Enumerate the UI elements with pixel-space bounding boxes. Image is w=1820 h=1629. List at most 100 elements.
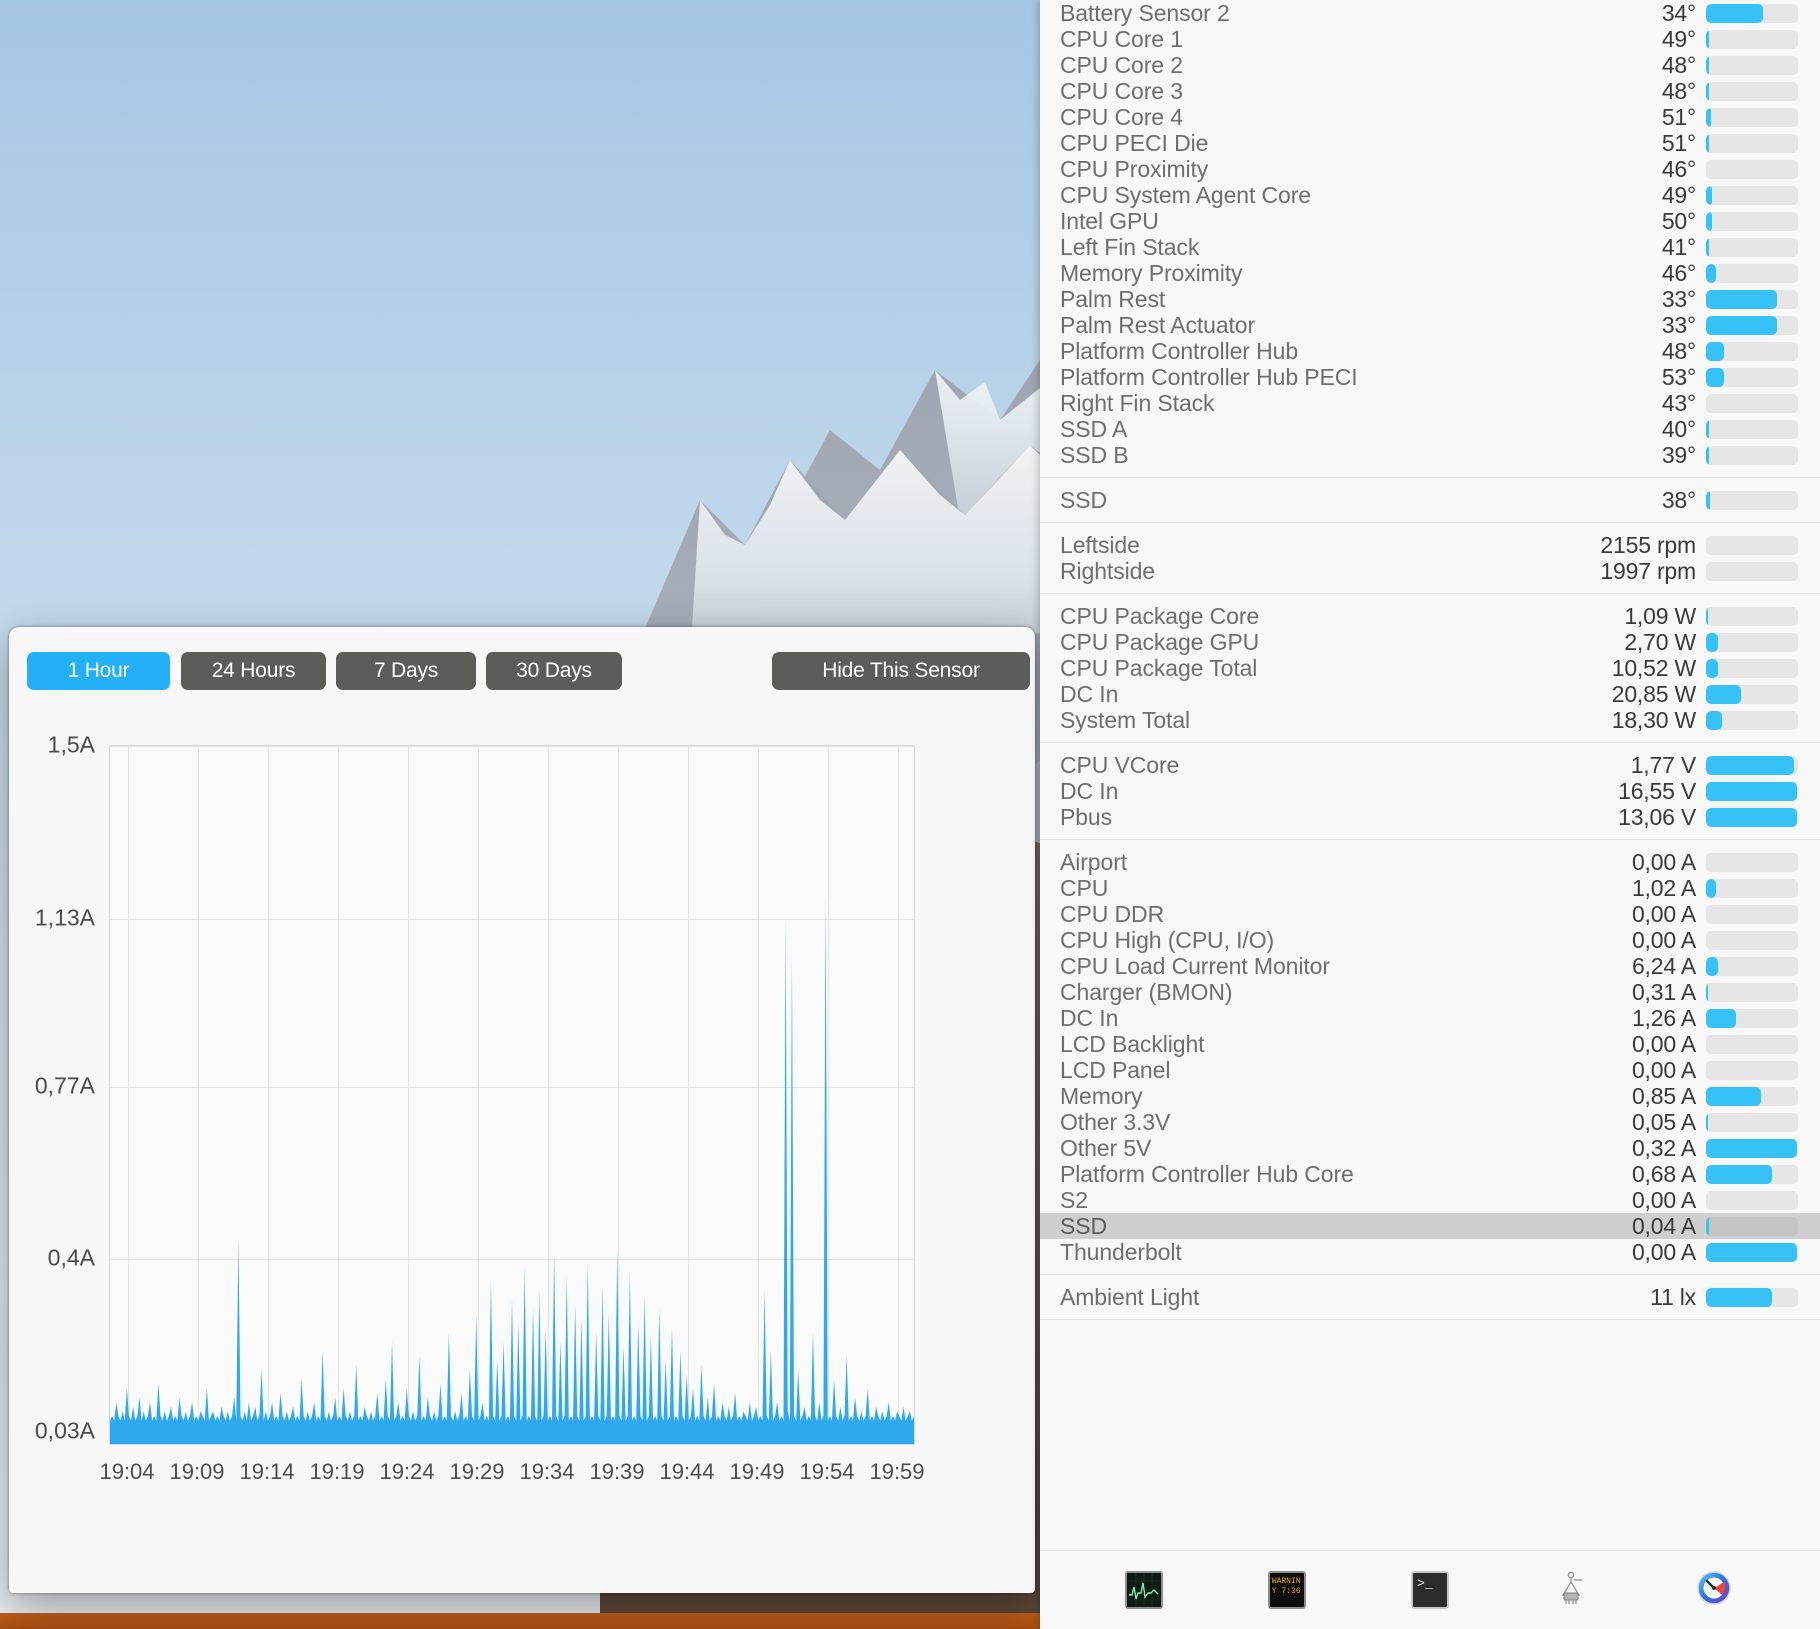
sensor-name: CPU Core 4 (1060, 104, 1662, 131)
sensor-level-bar (1706, 536, 1798, 555)
sensor-row[interactable]: SSD A40° (1040, 416, 1820, 442)
sensor-value: 33° (1662, 312, 1696, 339)
sensor-row[interactable]: CPU Package GPU2,70 W (1040, 629, 1820, 655)
range-button-7-days[interactable]: 7 Days (336, 652, 476, 690)
sensor-row[interactable]: DC In20,85 W (1040, 681, 1820, 707)
sensor-row[interactable]: CPU1,02 A (1040, 875, 1820, 901)
sensor-level-bar (1706, 1009, 1798, 1028)
sensor-level-fill (1706, 756, 1794, 775)
sensor-value: 33° (1662, 286, 1696, 313)
sensor-row[interactable]: Right Fin Stack43° (1040, 390, 1820, 416)
sensor-row[interactable]: Palm Rest33° (1040, 286, 1820, 312)
sensor-row[interactable]: DC In16,55 V (1040, 778, 1820, 804)
sensor-name: Palm Rest Actuator (1060, 312, 1662, 339)
sensor-row[interactable]: CPU Package Total10,52 W (1040, 655, 1820, 681)
sensor-row[interactable]: CPU Package Core1,09 W (1040, 603, 1820, 629)
hardware-monitor-icon[interactable] (1554, 1571, 1592, 1609)
sensor-row[interactable]: SSD B39° (1040, 442, 1820, 468)
sensor-group-ssd-temp: SSD38° (1040, 478, 1820, 523)
sensor-value: 0,00 A (1632, 901, 1696, 928)
sensor-row[interactable]: CPU Core 348° (1040, 78, 1820, 104)
sensor-row[interactable]: Memory Proximity46° (1040, 260, 1820, 286)
gauge-icon[interactable] (1697, 1571, 1735, 1609)
sensor-value: 0,00 A (1632, 1057, 1696, 1084)
sensor-row[interactable]: Intel GPU50° (1040, 208, 1820, 234)
terminal-prompt-glyph: >_ (1417, 1576, 1433, 1591)
sensor-name: CPU Core 3 (1060, 78, 1662, 105)
sensor-value: 0,00 A (1632, 1239, 1696, 1266)
sensor-row[interactable]: CPU Proximity46° (1040, 156, 1820, 182)
sensor-name: Intel GPU (1060, 208, 1662, 235)
sensor-row[interactable]: Thunderbolt0,00 A (1040, 1239, 1820, 1265)
y-axis-tick-label: 0,4A (9, 1245, 95, 1272)
sensor-name: Ambient Light (1060, 1284, 1650, 1311)
sensor-name: Platform Controller Hub PECI (1060, 364, 1662, 391)
sensor-level-fill (1706, 446, 1709, 465)
sensor-row[interactable]: Pbus13,06 V (1040, 804, 1820, 830)
sensor-row[interactable]: CPU System Agent Core49° (1040, 182, 1820, 208)
terminal-icon[interactable]: >_ (1411, 1571, 1449, 1609)
sensor-row[interactable]: Memory0,85 A (1040, 1083, 1820, 1109)
sensor-row[interactable]: CPU VCore1,77 V (1040, 752, 1820, 778)
sensor-row[interactable]: LCD Backlight0,00 A (1040, 1031, 1820, 1057)
sensor-row[interactable]: Charger (BMON)0,31 A (1040, 979, 1820, 1005)
sensor-name: Left Fin Stack (1060, 234, 1662, 261)
sensor-level-fill (1706, 1113, 1708, 1132)
sensor-group-current: Airport0,00 ACPU1,02 ACPU DDR0,00 ACPU H… (1040, 840, 1820, 1275)
warning-line-2: Y 7:36 (1272, 1587, 1301, 1596)
sensor-row[interactable]: Airport0,00 A (1040, 849, 1820, 875)
sensor-level-bar (1706, 808, 1798, 827)
sensor-row[interactable]: Leftside2155 rpm (1040, 532, 1820, 558)
sensor-level-bar (1706, 853, 1798, 872)
sensor-name: Battery Sensor 2 (1060, 0, 1662, 27)
sensor-row[interactable]: Other 5V0,32 A (1040, 1135, 1820, 1161)
range-button-30-days[interactable]: 30 Days (486, 652, 622, 690)
sensor-row[interactable]: CPU High (CPU, I/O)0,00 A (1040, 927, 1820, 953)
sensor-row[interactable]: Ambient Light11 lx (1040, 1284, 1820, 1310)
sensor-row[interactable]: CPU Core 248° (1040, 52, 1820, 78)
sensor-row[interactable]: DC In1,26 A (1040, 1005, 1820, 1031)
sensor-level-fill (1706, 983, 1708, 1002)
sensor-row[interactable]: CPU Load Current Monitor6,24 A (1040, 953, 1820, 979)
sensor-row[interactable]: Platform Controller Hub Core0,68 A (1040, 1161, 1820, 1187)
sensor-name: System Total (1060, 707, 1612, 734)
range-button-24-hours[interactable]: 24 Hours (181, 652, 326, 690)
istat-menus-icon[interactable] (1125, 1571, 1163, 1609)
sensor-row[interactable]: Rightside1997 rpm (1040, 558, 1820, 584)
sensor-value: 18,30 W (1612, 707, 1696, 734)
warning-clock-icon[interactable]: WARNIN Y 7:36 (1268, 1571, 1306, 1609)
sensor-name: SSD (1060, 487, 1662, 514)
sensor-row[interactable]: Other 3.3V0,05 A (1040, 1109, 1820, 1135)
sensor-level-bar (1706, 30, 1798, 49)
sensor-row[interactable]: CPU Core 451° (1040, 104, 1820, 130)
sensor-row[interactable]: Palm Rest Actuator33° (1040, 312, 1820, 338)
sensor-row[interactable]: CPU PECI Die51° (1040, 130, 1820, 156)
sensor-row[interactable]: Battery Sensor 234° (1040, 0, 1820, 26)
sensor-row[interactable]: LCD Panel0,00 A (1040, 1057, 1820, 1083)
sensor-row[interactable]: Platform Controller Hub48° (1040, 338, 1820, 364)
sensor-name: CPU System Agent Core (1060, 182, 1662, 209)
sensor-level-fill (1706, 1165, 1772, 1184)
sensor-name: CPU DDR (1060, 901, 1632, 928)
sensor-value: 0,00 A (1632, 1031, 1696, 1058)
sensor-name: CPU Core 2 (1060, 52, 1662, 79)
hide-this-sensor-button[interactable]: Hide This Sensor (772, 652, 1030, 690)
range-button-1-hour[interactable]: 1 Hour (27, 652, 170, 690)
sensor-value: 20,85 W (1612, 681, 1696, 708)
sensor-row[interactable]: S20,00 A (1040, 1187, 1820, 1213)
sensor-row[interactable]: CPU Core 149° (1040, 26, 1820, 52)
sensor-name: CPU Package Total (1060, 655, 1612, 682)
sensor-level-bar (1706, 186, 1798, 205)
sensor-row[interactable]: SSD38° (1040, 487, 1820, 513)
sensor-row[interactable]: Left Fin Stack41° (1040, 234, 1820, 260)
sensor-level-bar (1706, 1288, 1798, 1307)
sensor-row-selected[interactable]: SSD0,04 A (1040, 1213, 1820, 1239)
sensor-level-bar (1706, 957, 1798, 976)
sensor-row[interactable]: Platform Controller Hub PECI53° (1040, 364, 1820, 390)
x-axis-tick-label: 19:54 (799, 1459, 854, 1485)
sensor-row[interactable]: CPU DDR0,00 A (1040, 901, 1820, 927)
sensor-level-bar (1706, 1243, 1798, 1262)
sensor-value: 0,32 A (1632, 1135, 1696, 1162)
sensor-row[interactable]: System Total18,30 W (1040, 707, 1820, 733)
sensor-name: Memory (1060, 1083, 1632, 1110)
